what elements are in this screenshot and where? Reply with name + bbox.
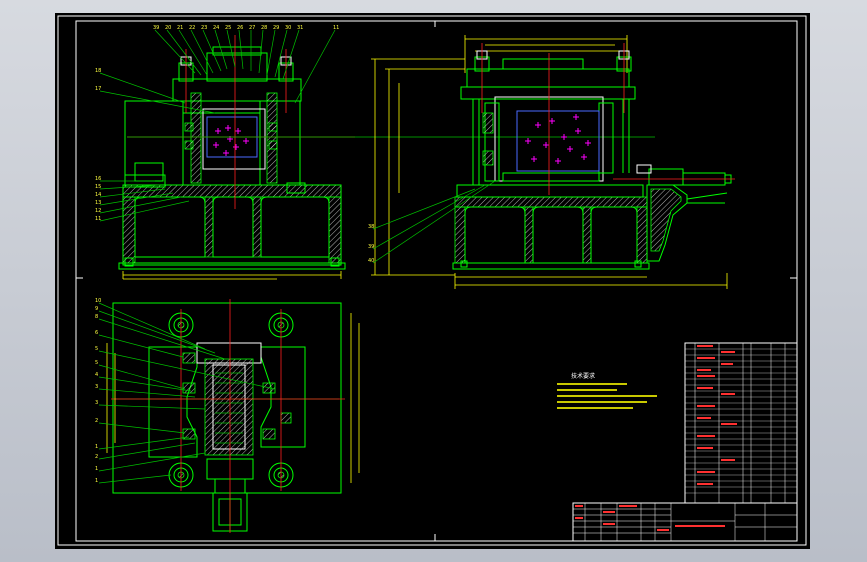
top-view[interactable]: 10 9 8 6 5 5 4 3 3 2 1 2 1 1	[95, 298, 360, 533]
technical-notes: 技术要求	[557, 372, 657, 409]
svg-text:30: 30	[285, 25, 291, 31]
svg-text:10: 10	[95, 298, 101, 304]
svg-text:40: 40	[368, 258, 374, 264]
svg-text:13: 13	[95, 200, 101, 206]
svg-text:16: 16	[95, 176, 101, 182]
svg-text:11: 11	[333, 25, 339, 31]
svg-text:12: 12	[95, 208, 101, 214]
svg-text:3: 3	[95, 400, 98, 406]
svg-text:4: 4	[95, 372, 98, 378]
svg-text:6: 6	[95, 330, 98, 336]
svg-text:28: 28	[261, 25, 267, 31]
svg-text:8: 8	[95, 314, 98, 320]
drawing-canvas[interactable]: 39 20 21 22 23 24 25 26 27 28 29 30 31 11 1817 16…	[55, 13, 810, 549]
svg-text:38: 38	[368, 224, 374, 230]
svg-text:21: 21	[177, 25, 183, 31]
cad-viewport[interactable]: 39 20 21 22 23 24 25 26 27 28 29 30 31 11 18 17 16…	[0, 0, 867, 562]
svg-text:5: 5	[95, 360, 98, 366]
svg-text:24: 24	[213, 25, 219, 31]
svg-text:22: 22	[189, 25, 195, 31]
svg-text:2: 2	[95, 454, 98, 460]
svg-text:15: 15	[95, 184, 101, 190]
svg-text:18: 18	[95, 68, 101, 74]
drawing-sheet[interactable]: 39 20 21 22 23 24 25 26 27 28 29 30 31 11 18 17 16…	[55, 13, 810, 549]
svg-text:39: 39	[153, 25, 159, 31]
parts-list[interactable]	[684, 342, 798, 504]
svg-text:20: 20	[165, 25, 171, 31]
svg-text:1: 1	[95, 444, 98, 450]
svg-text:23: 23	[201, 25, 207, 31]
svg-text:25: 25	[225, 25, 231, 31]
title-block[interactable]	[572, 502, 798, 542]
svg-text:14: 14	[95, 192, 101, 198]
svg-text:27: 27	[249, 25, 255, 31]
side-view[interactable]: 38 39 40	[368, 35, 735, 289]
svg-text:2: 2	[95, 418, 98, 424]
svg-text:26: 26	[237, 25, 243, 31]
outer-border	[57, 15, 807, 546]
svg-text:29: 29	[273, 25, 279, 31]
svg-text:11: 11	[95, 216, 101, 222]
svg-text:17: 17	[95, 86, 101, 92]
notes-title: 技术要求	[571, 372, 595, 380]
svg-text:3: 3	[95, 384, 98, 390]
svg-text:1: 1	[95, 466, 98, 472]
svg-text:9: 9	[95, 306, 98, 312]
svg-text:31: 31	[297, 25, 303, 31]
svg-text:39: 39	[368, 244, 374, 250]
svg-text:5: 5	[95, 346, 98, 352]
svg-text:1: 1	[95, 478, 98, 484]
